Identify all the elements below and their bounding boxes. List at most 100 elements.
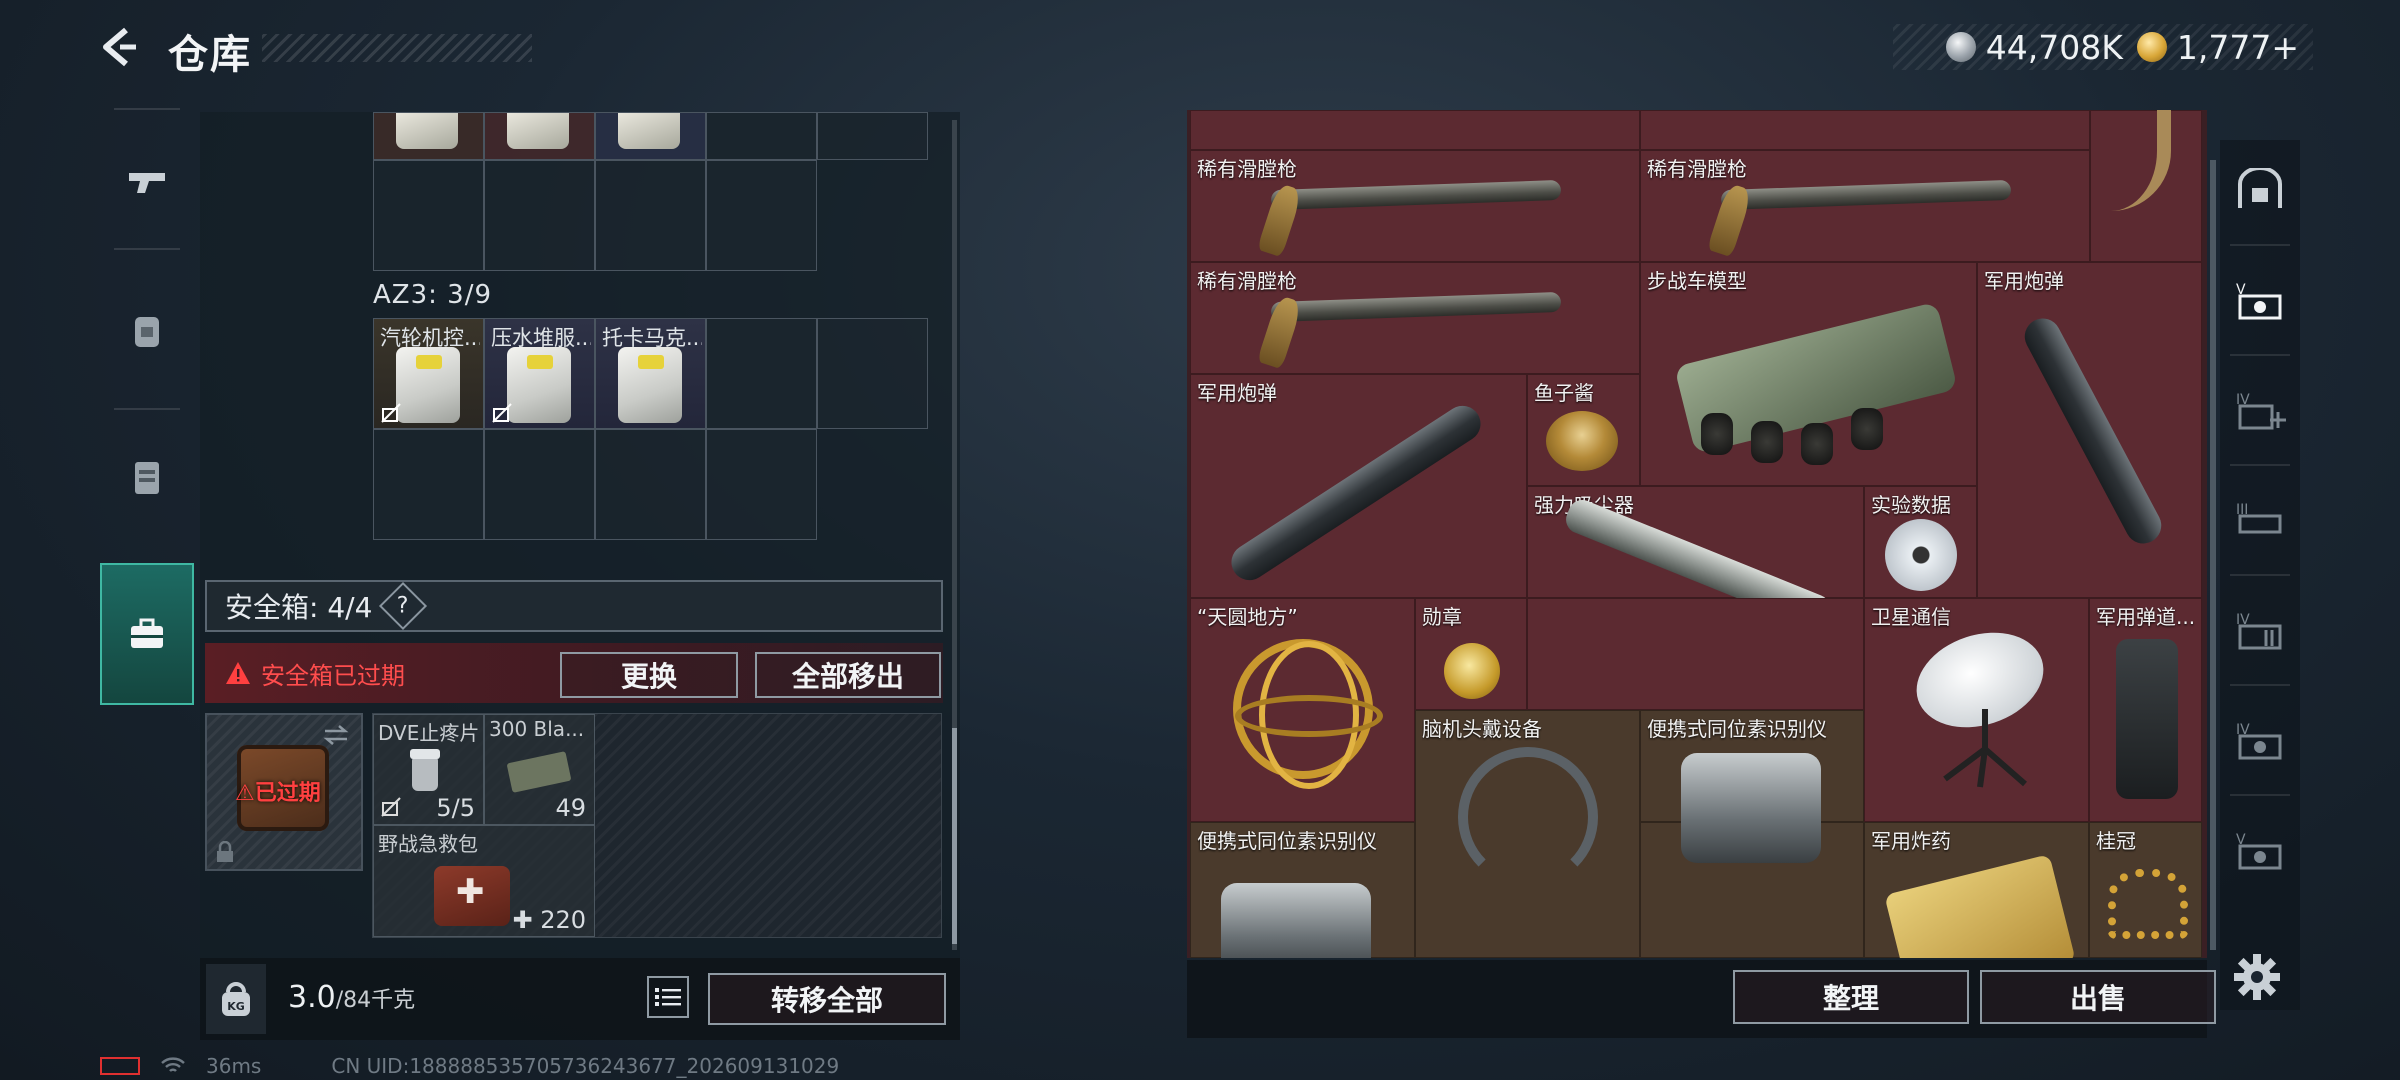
item-quantity: 5/5 [436,794,475,822]
transfer-all-button[interactable]: 转移全部 [708,973,946,1025]
grid-cell[interactable] [373,112,484,160]
stash-tab-safe[interactable] [2220,140,2300,240]
stash-item-military-explosive[interactable]: 军用炸药 [1864,822,2089,958]
disc-icon [1885,519,1957,591]
grid-cell[interactable] [706,318,817,429]
grid-cell[interactable] [595,429,706,540]
grid-cell[interactable] [706,160,817,271]
stash-tab-iv-add[interactable]: IV [2220,360,2300,460]
list-view-button[interactable] [647,976,689,1018]
silver-coin-icon [1945,32,1976,62]
stash-tab-v[interactable]: V [2220,250,2300,350]
item-package-icon [618,347,682,423]
item-quantity: 49 [555,794,586,822]
stash-item-partial[interactable] [1640,110,2090,150]
stash-item-partial[interactable] [1190,110,1640,150]
stash-item-rare-musket[interactable]: 稀有滑膛枪 [1640,150,2090,262]
musket-icon [1720,179,2012,211]
swap-icon[interactable] [321,723,351,747]
item-turbine-control[interactable]: 汽轮机控... [373,318,484,429]
stash-item-armillary[interactable]: “天圆地方” [1190,598,1415,822]
stash-tab-iv-safe[interactable]: IV [2220,690,2300,790]
weight-current: 3.0 [288,980,336,1015]
stash-item-ifv-model[interactable]: 步战车模型 [1640,262,1977,486]
stash-scrollbar[interactable] [2210,160,2216,950]
stash-item-power-vacuum[interactable]: 强力吸尘器 [1527,486,1864,633]
arrange-button[interactable]: 整理 [1733,970,1969,1024]
item-field-first-aid-kit[interactable]: 野战急救包 ✚ 220 [373,825,595,937]
help-icon[interactable]: ? [379,581,428,631]
lock-icon [217,841,233,862]
secure-case-slot[interactable]: ⚠已过期 [205,713,363,871]
category-sidebar [100,108,194,710]
gear-icon[interactable] [2232,952,2282,1002]
stash-v-icon: V [2236,282,2282,320]
headset-icon [1458,747,1598,887]
silver-amount: 44,708K [1985,27,2123,67]
stash-item-isotope-identifier-image[interactable] [1640,753,1864,958]
sidebar-item-weapons[interactable] [100,138,194,228]
grid-cell[interactable] [595,112,706,160]
replace-button[interactable]: 更换 [560,652,738,698]
musket-icon [1270,291,1562,323]
grid-cell[interactable] [484,429,595,540]
stash-item-rare-musket[interactable]: 稀有滑膛枪 [1190,150,1640,262]
stash-tab-iv[interactable]: IV [2220,580,2300,680]
grid-cell[interactable] [706,112,817,160]
grid-cell[interactable] [706,429,817,540]
item-label: 步战车模型 [1647,269,1747,293]
grid-cell[interactable] [817,112,928,160]
stash-item-satellite-comm[interactable]: 卫星通信 [1864,598,2089,822]
grid-cell[interactable] [373,429,484,540]
no-insure-icon [381,403,401,423]
item-dve-painkiller[interactable]: DVE止疼片 5/5 [373,714,484,825]
item-300-blackout-ammo[interactable]: 300 Bla... 49 [484,714,595,825]
safe-box-grid: DVE止疼片 5/5 300 Bla... 49 野战急救包 ✚ 220 [372,713,942,938]
stash-item-rare-musket[interactable]: 稀有滑膛枪 [1190,262,1640,374]
stash-item-ballistic[interactable]: 军用弹道... [2089,598,2202,822]
stash-tab-v-safe[interactable]: V [2220,800,2300,900]
battery-icon [100,1057,140,1075]
stash-item-tusk[interactable] [2090,110,2202,262]
gold-amount: 1,777+ [2176,27,2299,67]
divider [2230,684,2290,686]
item-package-icon [507,113,569,149]
gold-currency[interactable]: 1,777+ [2136,27,2299,67]
stash-tab-iii[interactable]: III [2220,470,2300,570]
stash-item-isotope-identifier[interactable]: 便携式同位素识别仪 [1190,822,1415,958]
stash-item-medal[interactable]: 勋章 [1415,598,1527,710]
item-pwr-server[interactable]: 压水堆服... [484,318,595,429]
back-arrow-icon[interactable] [96,22,146,72]
silver-currency[interactable]: 44,708K [1945,27,2123,67]
stash-item-laurel[interactable]: 桂冠 [2089,822,2202,958]
item-label: 汽轮机控... [380,326,480,350]
item-label: 军用弹道... [2096,605,2196,629]
sidebar-item-backpack[interactable] [100,286,194,376]
item-label: 军用炮弹 [1984,269,2064,293]
sidebar-item-vest[interactable] [100,433,194,523]
grid-cell[interactable] [484,112,595,160]
stash-item-empty[interactable] [1527,598,1864,710]
grid-cell[interactable] [817,318,928,429]
status-bar: 36ms CN UID:188888535705736243677_202609… [100,1054,839,1078]
armillary-icon [1233,639,1383,789]
grid-cell[interactable] [595,160,706,271]
grid-cell[interactable] [484,160,595,271]
sidebar-item-secure-case[interactable] [100,563,194,705]
move-all-button[interactable]: 全部移出 [755,652,941,698]
item-tokamak[interactable]: 托卡马克... [595,318,706,429]
stash-item-bci-headset[interactable]: 脑机头戴设备 [1415,710,1640,958]
uid-text: CN UID:188888535705736243677_20260913102… [331,1054,840,1078]
sell-button[interactable]: 出售 [1980,970,2216,1024]
stash-item-military-shell[interactable]: 军用炮弹 [1977,262,2202,598]
stash-item-caviar[interactable]: 鱼子酱 [1527,374,1640,486]
left-scrollbar-thumb[interactable] [952,728,957,944]
gold-coin-icon [2136,32,2167,62]
stash-item-military-shell[interactable]: 军用炮弹 [1190,374,1527,598]
divider [2230,244,2290,246]
item-label: 军用炮弹 [1197,381,1277,405]
safe-icon [2238,168,2282,208]
stash-item-experiment-data[interactable]: 实验数据 [1864,486,1977,598]
item-label: 稀有滑膛枪 [1647,157,1747,181]
grid-cell[interactable] [373,160,484,271]
